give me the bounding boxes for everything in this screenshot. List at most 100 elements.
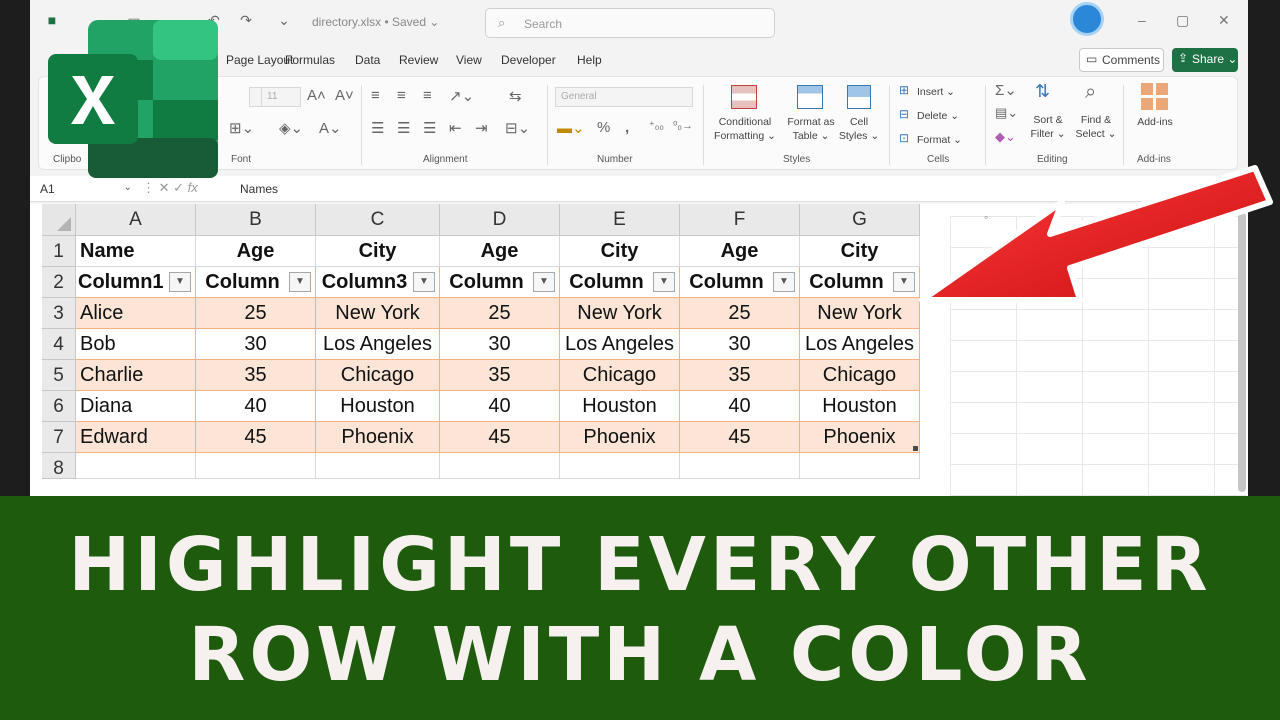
table-cell[interactable]: 45	[680, 422, 800, 453]
empty-cell[interactable]	[680, 453, 800, 479]
increase-decimal-icon[interactable]: ⁺₀₀	[649, 119, 664, 132]
add-ins-button[interactable]: Add-ins	[1131, 115, 1179, 129]
row-header-4[interactable]: 4	[42, 329, 76, 360]
table-header-cell[interactable]: Column ▼	[440, 267, 560, 298]
tab-page-layout[interactable]: Page Layout	[226, 53, 293, 67]
row-header-1[interactable]: 1	[42, 236, 76, 267]
merge-center-icon[interactable]: ⊟⌄	[505, 119, 530, 137]
conditional-formatting-button[interactable]: Conditional Formatting ⌄	[707, 115, 783, 143]
font-size-box[interactable]: 11	[261, 87, 301, 107]
table-cell[interactable]: 40	[440, 391, 560, 422]
table-cell[interactable]: New York	[800, 298, 920, 329]
table-cell[interactable]: Los Angeles	[560, 329, 680, 360]
cell-header[interactable]: City	[800, 236, 920, 267]
add-ins-icon[interactable]	[1141, 83, 1169, 111]
table-cell[interactable]: 40	[680, 391, 800, 422]
table-cell[interactable]: 35	[196, 360, 316, 391]
filter-dropdown-icon[interactable]: ▼	[289, 272, 311, 292]
empty-cell[interactable]	[316, 453, 440, 479]
table-cell[interactable]: Chicago	[316, 360, 440, 391]
table-resize-handle[interactable]	[913, 446, 918, 451]
empty-cell[interactable]	[76, 453, 196, 479]
format-as-table-button[interactable]: Format as Table ⌄	[781, 115, 841, 143]
align-left-icon[interactable]: ☰	[371, 119, 384, 137]
font-color-icon[interactable]: A⌄	[319, 119, 342, 137]
align-bottom-icon[interactable]: ≡	[423, 87, 432, 104]
clear-icon[interactable]: ◆⌄	[995, 129, 1016, 145]
cell-header[interactable]: Age	[196, 236, 316, 267]
table-header-cell[interactable]: Column ▼	[680, 267, 800, 298]
empty-cell[interactable]	[560, 453, 680, 479]
table-cell[interactable]: Houston	[316, 391, 440, 422]
increase-font-icon[interactable]: A˄	[307, 87, 326, 104]
conditional-formatting-icon[interactable]	[731, 85, 757, 109]
indent-decrease-icon[interactable]: ⇤	[449, 119, 462, 137]
fill-icon[interactable]: ▤⌄	[995, 105, 1018, 121]
table-cell[interactable]: 30	[440, 329, 560, 360]
table-cell[interactable]: Phoenix	[560, 422, 680, 453]
tab-view[interactable]: View	[456, 53, 482, 67]
orientation-icon[interactable]: ↗⌄	[449, 87, 474, 105]
comma-style-icon[interactable]: ,	[625, 119, 629, 136]
cell-header[interactable]: City	[316, 236, 440, 267]
empty-cell[interactable]	[440, 453, 560, 479]
table-cell[interactable]: 45	[196, 422, 316, 453]
percent-icon[interactable]: %	[597, 119, 610, 136]
table-cell[interactable]: New York	[560, 298, 680, 329]
table-cell[interactable]: 30	[680, 329, 800, 360]
filter-dropdown-icon[interactable]: ▼	[413, 272, 435, 292]
chevron-down-icon[interactable]: ⌄	[124, 182, 132, 193]
cell-styles-icon[interactable]	[847, 85, 871, 109]
maximize-icon[interactable]: ▢	[1176, 12, 1189, 29]
format-as-table-icon[interactable]	[797, 85, 823, 109]
tab-help[interactable]: Help	[577, 53, 602, 67]
table-cell[interactable]: Houston	[800, 391, 920, 422]
table-cell[interactable]: 25	[196, 298, 316, 329]
search-box[interactable]: ⌕ Search	[485, 8, 775, 38]
table-cell[interactable]: New York	[316, 298, 440, 329]
indent-increase-icon[interactable]: ⇥	[475, 119, 488, 137]
row-header-3[interactable]: 3	[42, 298, 76, 329]
row-header-7[interactable]: 7	[42, 422, 76, 453]
filter-dropdown-icon[interactable]: ▼	[169, 272, 191, 292]
table-cell[interactable]: Chicago	[560, 360, 680, 391]
table-cell[interactable]: Phoenix	[316, 422, 440, 453]
table-header-cell[interactable]: Column3 ▼	[316, 267, 440, 298]
share-button[interactable]: ⇪ Share ⌄	[1172, 48, 1238, 72]
file-name[interactable]: directory.xlsx • Saved ⌄	[312, 15, 439, 29]
tab-developer[interactable]: Developer	[501, 53, 556, 67]
column-header-e[interactable]: E	[560, 204, 680, 236]
table-cell[interactable]: Los Angeles	[800, 329, 920, 360]
table-cell[interactable]: Chicago	[800, 360, 920, 391]
align-middle-icon[interactable]: ≡	[397, 87, 406, 104]
select-all-corner[interactable]	[42, 204, 76, 236]
column-header-g[interactable]: G	[800, 204, 920, 236]
table-cell[interactable]: 35	[440, 360, 560, 391]
close-icon[interactable]: ✕	[1218, 12, 1230, 29]
minimize-icon[interactable]: –	[1138, 12, 1146, 28]
table-cell[interactable]: 45	[440, 422, 560, 453]
cell-header[interactable]: City	[560, 236, 680, 267]
delete-icon[interactable]: ⊟	[899, 107, 909, 121]
autosum-icon[interactable]: Σ⌄	[995, 81, 1017, 99]
tab-formulas[interactable]: Formulas	[285, 53, 335, 67]
table-cell[interactable]: 25	[440, 298, 560, 329]
table-cell[interactable]: Edward	[76, 422, 196, 453]
decrease-font-icon[interactable]: A˅	[335, 87, 354, 104]
row-header-5[interactable]: 5	[42, 360, 76, 391]
wrap-text-icon[interactable]: ⇆	[509, 87, 522, 105]
insert-icon[interactable]: ⊞	[899, 83, 909, 97]
borders-icon[interactable]: ⊞⌄	[229, 119, 254, 137]
row-header-8[interactable]: 8	[42, 453, 76, 479]
table-cell[interactable]: Diana	[76, 391, 196, 422]
align-right-icon[interactable]: ☰	[423, 119, 436, 137]
number-format-box[interactable]: General	[555, 87, 693, 107]
filter-dropdown-icon[interactable]: ▼	[773, 272, 795, 292]
align-center-icon[interactable]: ☰	[397, 119, 410, 137]
format-button[interactable]: Format ⌄	[917, 133, 962, 147]
column-header-d[interactable]: D	[440, 204, 560, 236]
insert-button[interactable]: Insert ⌄	[917, 85, 955, 99]
table-cell[interactable]: Charlie	[76, 360, 196, 391]
name-box[interactable]: A1 ⌄	[36, 179, 136, 199]
table-header-cell[interactable]: Column ▼	[800, 267, 920, 298]
